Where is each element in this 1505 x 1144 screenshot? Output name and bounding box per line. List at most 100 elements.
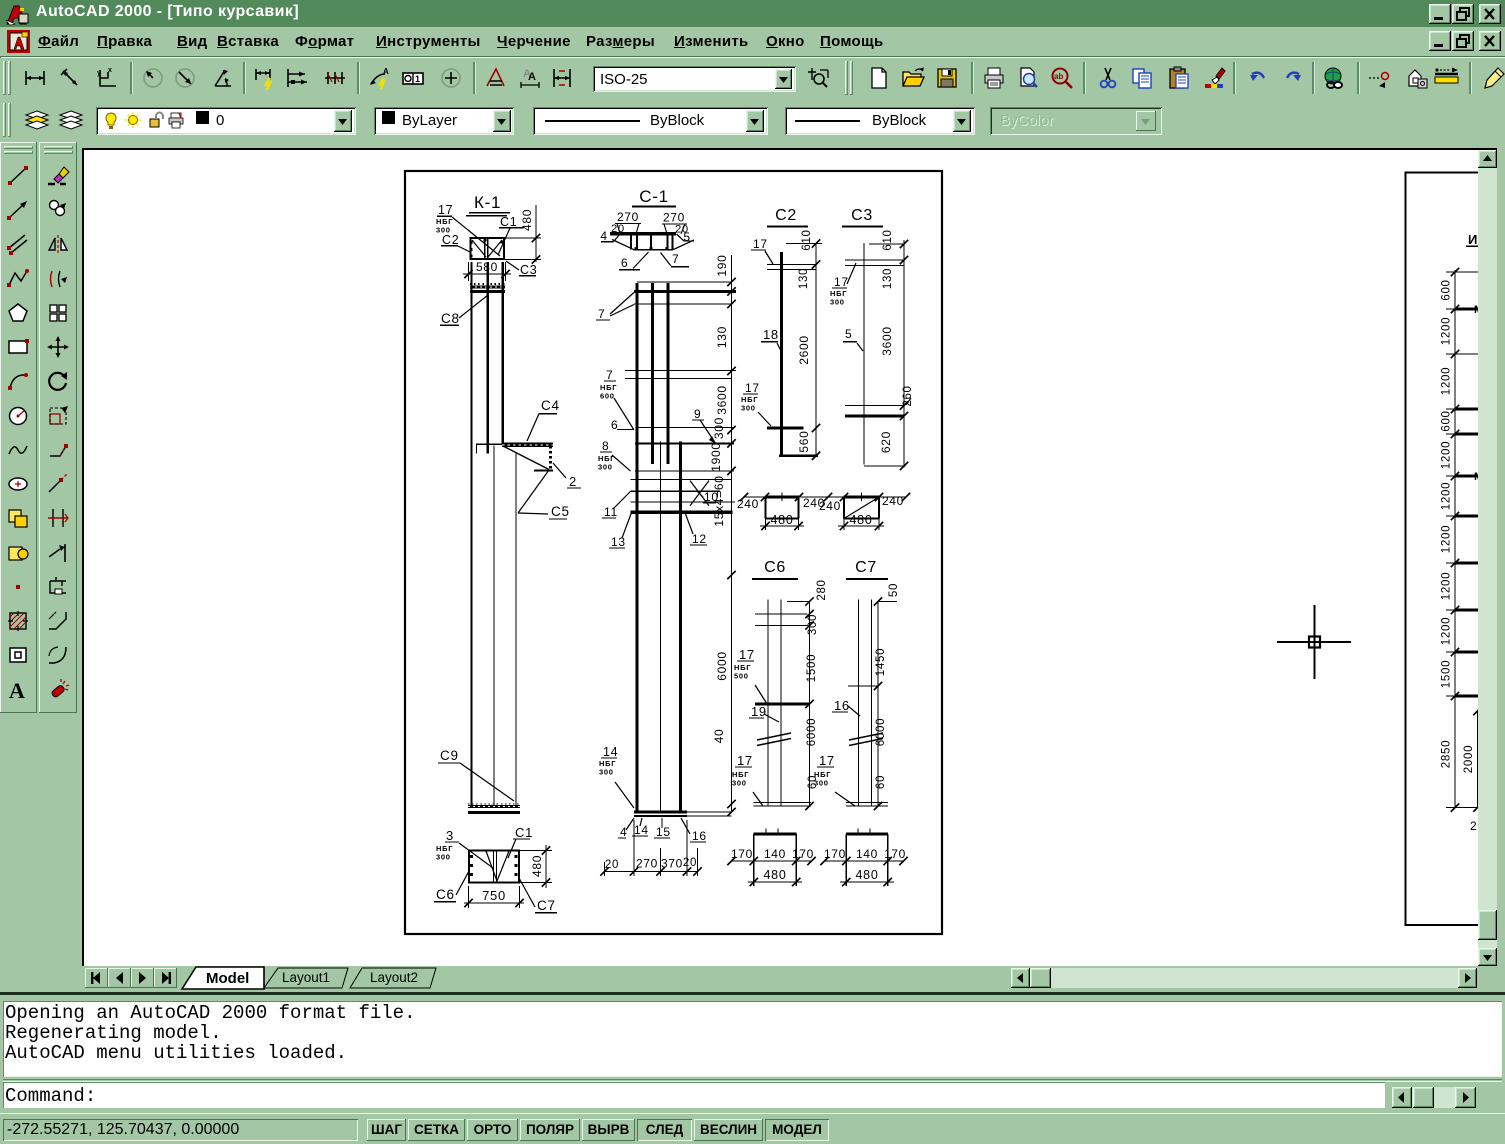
svg-text:130: 130 [715, 326, 729, 348]
svg-text:2000: 2000 [1463, 745, 1475, 773]
svg-text:С-1: С-1 [639, 187, 669, 206]
svg-text:4: 4 [620, 825, 627, 839]
svg-text:260: 260 [902, 385, 914, 406]
svg-text:17: 17 [819, 753, 835, 768]
svg-text:600: 600 [1441, 410, 1453, 431]
svg-text:16: 16 [692, 829, 707, 843]
svg-text:300: 300 [807, 614, 819, 635]
svg-text:7: 7 [598, 307, 605, 321]
svg-text:240: 240 [819, 499, 841, 513]
svg-text:480: 480 [530, 855, 544, 877]
svg-text:С7: С7 [855, 559, 877, 576]
svg-text:240: 240 [737, 497, 759, 511]
svg-text:A: A [9, 678, 25, 702]
svg-text:17: 17 [753, 237, 768, 251]
svg-text:12: 12 [692, 532, 707, 546]
svg-text:6000: 6000 [875, 718, 887, 746]
svg-text:15: 15 [656, 825, 671, 839]
svg-text:300: 300 [814, 779, 829, 788]
svg-text:300: 300 [732, 779, 747, 788]
svg-text:480: 480 [520, 209, 534, 231]
svg-text:300: 300 [436, 853, 451, 862]
svg-text:A: A [383, 67, 389, 76]
svg-text:130: 130 [798, 268, 810, 289]
svg-text:1200: 1200 [1441, 317, 1453, 345]
svg-text:270: 270 [663, 211, 685, 225]
svg-text:2: 2 [1470, 819, 1477, 833]
svg-text:500: 500 [734, 672, 749, 681]
svg-text:2: 2 [569, 474, 577, 489]
svg-text:5: 5 [845, 327, 852, 341]
svg-text:C9: C9 [440, 748, 459, 763]
svg-text:С6: С6 [764, 559, 786, 576]
svg-text:Model: Model [206, 970, 249, 987]
svg-text:610: 610 [882, 229, 894, 250]
svg-text:3600: 3600 [880, 326, 894, 356]
svg-text:750: 750 [482, 888, 506, 903]
svg-text:8: 8 [602, 439, 609, 453]
svg-text:14: 14 [634, 823, 649, 837]
svg-text:1500: 1500 [806, 654, 818, 682]
svg-text:270: 270 [617, 210, 639, 224]
svg-text:18: 18 [763, 327, 779, 342]
svg-text:2850: 2850 [1441, 740, 1453, 768]
svg-text:140: 140 [856, 847, 878, 861]
svg-text:20: 20 [683, 857, 697, 869]
svg-text:y: y [97, 70, 101, 77]
svg-text:x: x [108, 67, 112, 74]
svg-text:40: 40 [712, 729, 726, 744]
svg-text:600: 600 [1441, 279, 1453, 300]
svg-text:К-1: К-1 [474, 193, 501, 212]
svg-text:300: 300 [599, 768, 614, 777]
svg-text:С3: С3 [851, 207, 873, 224]
svg-text:170: 170 [824, 847, 846, 861]
svg-text:300: 300 [598, 463, 613, 472]
svg-text:15х4=60: 15х4=60 [712, 475, 726, 526]
svg-text:C6: C6 [436, 887, 455, 902]
svg-text:270: 270 [636, 857, 658, 871]
svg-text:50: 50 [888, 583, 900, 597]
svg-text:280: 280 [816, 579, 828, 600]
svg-text:Layout1: Layout1 [282, 970, 330, 985]
svg-text:7: 7 [606, 368, 613, 382]
svg-text:14: 14 [603, 745, 618, 759]
svg-text:370: 370 [661, 857, 683, 871]
svg-text:480: 480 [764, 868, 787, 882]
svg-text:2600: 2600 [797, 335, 811, 365]
svg-text:13: 13 [611, 535, 626, 549]
svg-text:300: 300 [741, 404, 756, 413]
svg-text:16: 16 [834, 698, 850, 713]
svg-text:170: 170 [731, 847, 753, 861]
svg-text:С1: С1 [515, 825, 533, 840]
svg-text:C8: C8 [441, 311, 460, 326]
svg-text:1500: 1500 [1441, 660, 1453, 688]
svg-text:ab: ab [1054, 72, 1063, 81]
svg-text:1200: 1200 [1441, 572, 1453, 600]
svg-text:130: 130 [882, 268, 894, 289]
svg-text:Layout2: Layout2 [370, 970, 418, 985]
svg-text:480: 480 [771, 513, 794, 527]
svg-text:9: 9 [694, 407, 701, 421]
svg-text:480: 480 [850, 513, 873, 527]
svg-text:20: 20 [605, 859, 619, 871]
svg-text:1200: 1200 [1441, 617, 1453, 645]
svg-text:С3: С3 [520, 263, 537, 277]
svg-text:1: 1 [415, 74, 420, 84]
svg-text:190: 190 [715, 254, 729, 276]
svg-text:620: 620 [879, 431, 893, 453]
svg-text:170: 170 [792, 847, 814, 861]
svg-text:610: 610 [801, 229, 813, 250]
svg-text:19: 19 [751, 704, 767, 719]
svg-text:480: 480 [856, 868, 879, 882]
svg-text:1900: 1900 [709, 442, 723, 472]
svg-text:1200: 1200 [1441, 525, 1453, 553]
svg-text:1450: 1450 [875, 648, 887, 676]
svg-text:7: 7 [672, 252, 679, 266]
svg-text:600: 600 [600, 392, 615, 401]
svg-text:6: 6 [621, 256, 628, 270]
svg-text:17: 17 [745, 381, 760, 395]
svg-text:6000: 6000 [806, 718, 818, 746]
svg-text:C7: C7 [537, 898, 556, 913]
svg-text:3600: 3600 [715, 385, 729, 415]
svg-text:C5: C5 [551, 504, 570, 519]
